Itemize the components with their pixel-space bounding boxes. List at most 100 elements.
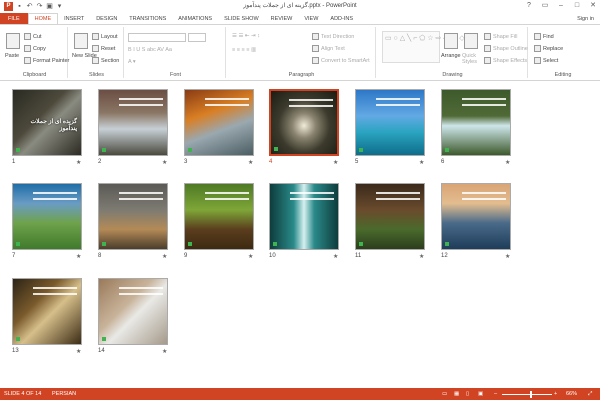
slide-text-line <box>33 287 77 289</box>
slide-text-line <box>462 98 506 100</box>
slide-text-line <box>205 98 249 100</box>
font-name-box[interactable] <box>128 33 186 42</box>
sign-in-link[interactable]: Sign in <box>577 16 594 22</box>
transition-star-icon[interactable]: ★ <box>333 159 338 166</box>
slide-text-line <box>376 104 420 106</box>
slide-thumbnail[interactable] <box>184 89 254 156</box>
maximize-icon[interactable]: □ <box>572 1 582 11</box>
slide-text-line <box>119 293 163 295</box>
section-button[interactable]: Section <box>92 57 119 64</box>
reset-button[interactable]: Reset <box>92 45 115 52</box>
select-button[interactable]: Select <box>534 57 558 64</box>
slideshow-view-icon[interactable]: ▣ <box>478 391 483 397</box>
effects-icon <box>484 57 491 64</box>
shape-outline-button[interactable]: Shape Outline <box>484 45 528 52</box>
align-buttons[interactable]: ≡ ≡ ≡ ≡ ▥ <box>232 47 256 53</box>
transition-star-icon[interactable]: ★ <box>162 253 167 260</box>
slide-text-line <box>33 198 77 200</box>
font-group: B I U S abc AV Aa A ▾ Font <box>126 27 226 78</box>
slide-thumbnail[interactable] <box>355 183 425 250</box>
font-size-box[interactable] <box>188 33 206 42</box>
list-buttons[interactable]: ☰ ☰ ⇤ ⇥ ↕ <box>232 33 260 39</box>
zoom-out-icon[interactable]: – <box>494 391 497 397</box>
help-icon[interactable]: ? <box>524 1 534 11</box>
quick-styles-button[interactable]: Quick Styles <box>462 53 482 65</box>
transition-star-icon[interactable]: ★ <box>162 348 167 355</box>
shapes-gallery[interactable]: ▭ ○ △ ╲ ⌐ ⬠ ☆ ⇨ { } ▱ ◇ <box>382 31 465 63</box>
copy-button[interactable]: Copy <box>24 45 46 52</box>
drawing-group-label: Drawing <box>442 72 463 78</box>
align-text-button[interactable]: Align Text <box>312 45 345 52</box>
convert-smartart-button[interactable]: Convert to SmartArt <box>312 57 370 64</box>
slide-thumbnail[interactable]: گزیده ای از جملات پندآموز <box>12 89 82 156</box>
slide-thumbnail[interactable] <box>269 89 339 156</box>
arrange-button[interactable]: Arrange <box>441 53 461 59</box>
shape-fill-button[interactable]: Shape Fill <box>484 33 517 40</box>
format-painter-button[interactable]: Format Painter <box>24 57 69 64</box>
transition-star-icon[interactable]: ★ <box>419 159 424 166</box>
shape-effects-button[interactable]: Shape Effects <box>484 57 527 64</box>
slide-thumbnail[interactable] <box>12 278 82 345</box>
transition-star-icon[interactable]: ★ <box>505 159 510 166</box>
slide-text-line <box>205 104 249 106</box>
replace-icon <box>534 45 541 52</box>
slide-badge-icon <box>102 337 106 341</box>
slide-thumbnail-image: گزیده ای از جملات پندآموز <box>12 89 82 156</box>
ribbon-display-icon[interactable]: ▭ <box>540 1 550 11</box>
slide-thumbnail-image <box>355 89 425 156</box>
slide-thumbnail[interactable] <box>98 278 168 345</box>
fit-to-window-icon[interactable]: ⤢ <box>588 391 592 398</box>
slide-thumbnail[interactable] <box>98 89 168 156</box>
font-group-label: Font <box>169 72 181 78</box>
close-icon[interactable]: ✕ <box>588 1 598 11</box>
transition-star-icon[interactable]: ★ <box>248 253 253 260</box>
transition-star-icon[interactable]: ★ <box>76 159 81 166</box>
slide-thumbnail[interactable] <box>441 183 511 250</box>
reading-view-icon[interactable]: ▯ <box>466 391 469 397</box>
paste-button[interactable]: Paste <box>5 53 19 59</box>
slide-badge-icon <box>16 148 20 152</box>
slide-thumbnail[interactable] <box>441 89 511 156</box>
arrange-icon[interactable] <box>444 33 458 49</box>
font-color-buttons[interactable]: A ▾ <box>128 59 136 65</box>
transition-star-icon[interactable]: ★ <box>162 159 167 166</box>
zoom-in-icon[interactable]: + <box>554 391 557 397</box>
cut-button[interactable]: Cut <box>24 33 42 40</box>
slide-thumbnail[interactable] <box>98 183 168 250</box>
paste-icon[interactable] <box>6 33 20 49</box>
slide-text-line <box>376 198 420 200</box>
slide-thumbnail[interactable] <box>12 183 82 250</box>
text-direction-button[interactable]: Text Direction <box>312 33 354 40</box>
layout-button[interactable]: Layout <box>92 33 118 40</box>
quick-styles-icon[interactable] <box>464 33 478 49</box>
brush-icon <box>24 57 31 64</box>
copy-icon <box>24 45 31 52</box>
minimize-icon[interactable]: – <box>556 1 566 11</box>
language-status[interactable]: PERSIAN <box>52 391 76 397</box>
slide-badge-icon <box>16 242 20 246</box>
new-slide-icon[interactable] <box>74 33 88 49</box>
slide-number: 10 <box>269 253 276 259</box>
transition-star-icon[interactable]: ★ <box>248 159 253 166</box>
font-format-buttons[interactable]: B I U S abc AV Aa <box>128 47 172 53</box>
transition-star-icon[interactable]: ★ <box>76 348 81 355</box>
slide-text-line <box>33 192 77 194</box>
transition-star-icon[interactable]: ★ <box>505 253 510 260</box>
zoom-level[interactable]: 66% <box>566 391 577 397</box>
find-icon <box>534 33 541 40</box>
normal-view-icon[interactable]: ▭ <box>442 391 447 397</box>
slide-thumbnail[interactable] <box>269 183 339 250</box>
format-painter-label: Format Painter <box>33 57 70 64</box>
transition-star-icon[interactable]: ★ <box>333 253 338 260</box>
zoom-slider-track[interactable] <box>502 394 552 395</box>
slide-thumbnail[interactable] <box>355 89 425 156</box>
slide-badge-icon <box>16 337 20 341</box>
transition-star-icon[interactable]: ★ <box>76 253 81 260</box>
shape-effects-label: Shape Effects <box>493 57 528 64</box>
transition-star-icon[interactable]: ★ <box>419 253 424 260</box>
zoom-slider-knob[interactable] <box>530 391 532 398</box>
replace-button[interactable]: Replace <box>534 45 563 52</box>
slide-sorter-view-icon[interactable]: ▦ <box>454 391 459 397</box>
slide-thumbnail[interactable] <box>184 183 254 250</box>
find-button[interactable]: Find <box>534 33 554 40</box>
